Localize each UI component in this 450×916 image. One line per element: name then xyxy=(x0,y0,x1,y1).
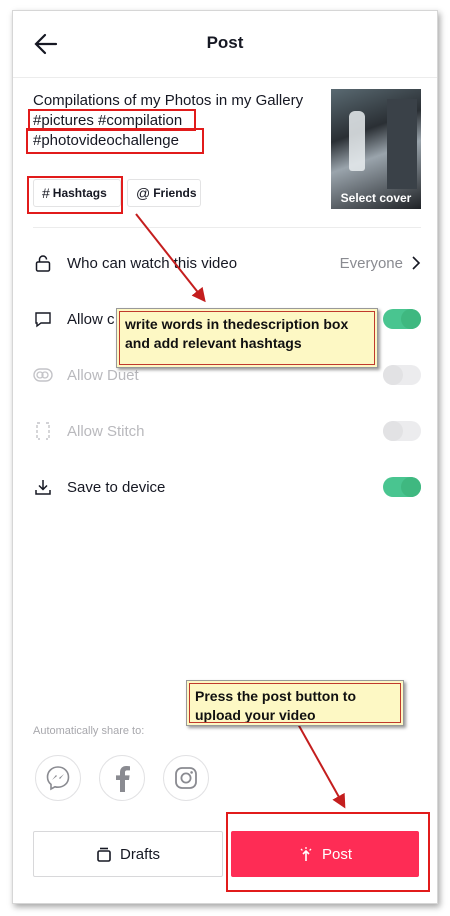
save-to-device-row: Save to device xyxy=(33,471,421,503)
download-icon xyxy=(33,477,53,497)
allow-comments-label: Allow c xyxy=(67,310,115,328)
page-title: Post xyxy=(206,33,244,52)
toggle-knob xyxy=(383,421,403,441)
divider xyxy=(33,227,421,228)
top-bar: Post xyxy=(13,11,437,78)
description-line: Compilations of my Photos in my Gallery xyxy=(33,92,304,109)
friends-button[interactable]: @ Friends xyxy=(127,179,201,207)
post-button-highlight-box xyxy=(226,812,430,892)
save-to-device-label: Save to device xyxy=(67,478,166,496)
drafts-label: Drafts xyxy=(119,845,160,863)
allow-stitch-row: Allow Stitch xyxy=(33,415,421,447)
drafts-button[interactable]: Drafts xyxy=(33,831,223,877)
thumbnail-image xyxy=(349,111,365,171)
annotation-callout-description: write words in thedescription box and ad… xyxy=(116,308,378,368)
annotation-callout-post: Press the post button to upload your vid… xyxy=(186,680,404,726)
who-can-watch-row[interactable]: Who can watch this video Everyone xyxy=(33,247,421,279)
facebook-share-button[interactable] xyxy=(99,755,145,801)
allow-stitch-toggle[interactable] xyxy=(383,421,421,441)
instagram-icon xyxy=(174,766,198,790)
at-icon: @ xyxy=(136,185,151,201)
allow-stitch-label: Allow Stitch xyxy=(67,422,145,440)
privacy-value: Everyone xyxy=(339,254,403,272)
facebook-icon xyxy=(111,764,133,792)
chevron-right-icon xyxy=(411,256,421,270)
allow-duet-toggle[interactable] xyxy=(383,365,421,385)
stitch-icon xyxy=(33,421,53,441)
messenger-icon xyxy=(45,765,71,791)
comment-icon xyxy=(33,309,53,329)
who-can-watch-label: Who can watch this video xyxy=(67,254,238,272)
toggle-knob xyxy=(401,309,421,329)
allow-comments-toggle[interactable] xyxy=(383,309,421,329)
thumbnail-image xyxy=(387,99,417,189)
friends-label: Friends xyxy=(153,186,197,200)
video-thumbnail[interactable]: Select cover xyxy=(331,89,421,209)
hashtag-highlight-box xyxy=(26,128,204,154)
select-cover-label: Select cover xyxy=(340,191,412,205)
toggle-knob xyxy=(401,477,421,497)
toggle-knob xyxy=(383,365,403,385)
duet-icon xyxy=(33,365,53,385)
lock-icon xyxy=(33,253,53,273)
hashtags-button-highlight-box xyxy=(27,176,123,214)
drafts-icon xyxy=(96,846,112,862)
save-to-device-toggle[interactable] xyxy=(383,477,421,497)
instagram-share-button[interactable] xyxy=(163,755,209,801)
messenger-share-button[interactable] xyxy=(35,755,81,801)
share-label: Automatically share to: xyxy=(33,725,145,737)
allow-duet-label: Allow Duet xyxy=(67,366,139,384)
